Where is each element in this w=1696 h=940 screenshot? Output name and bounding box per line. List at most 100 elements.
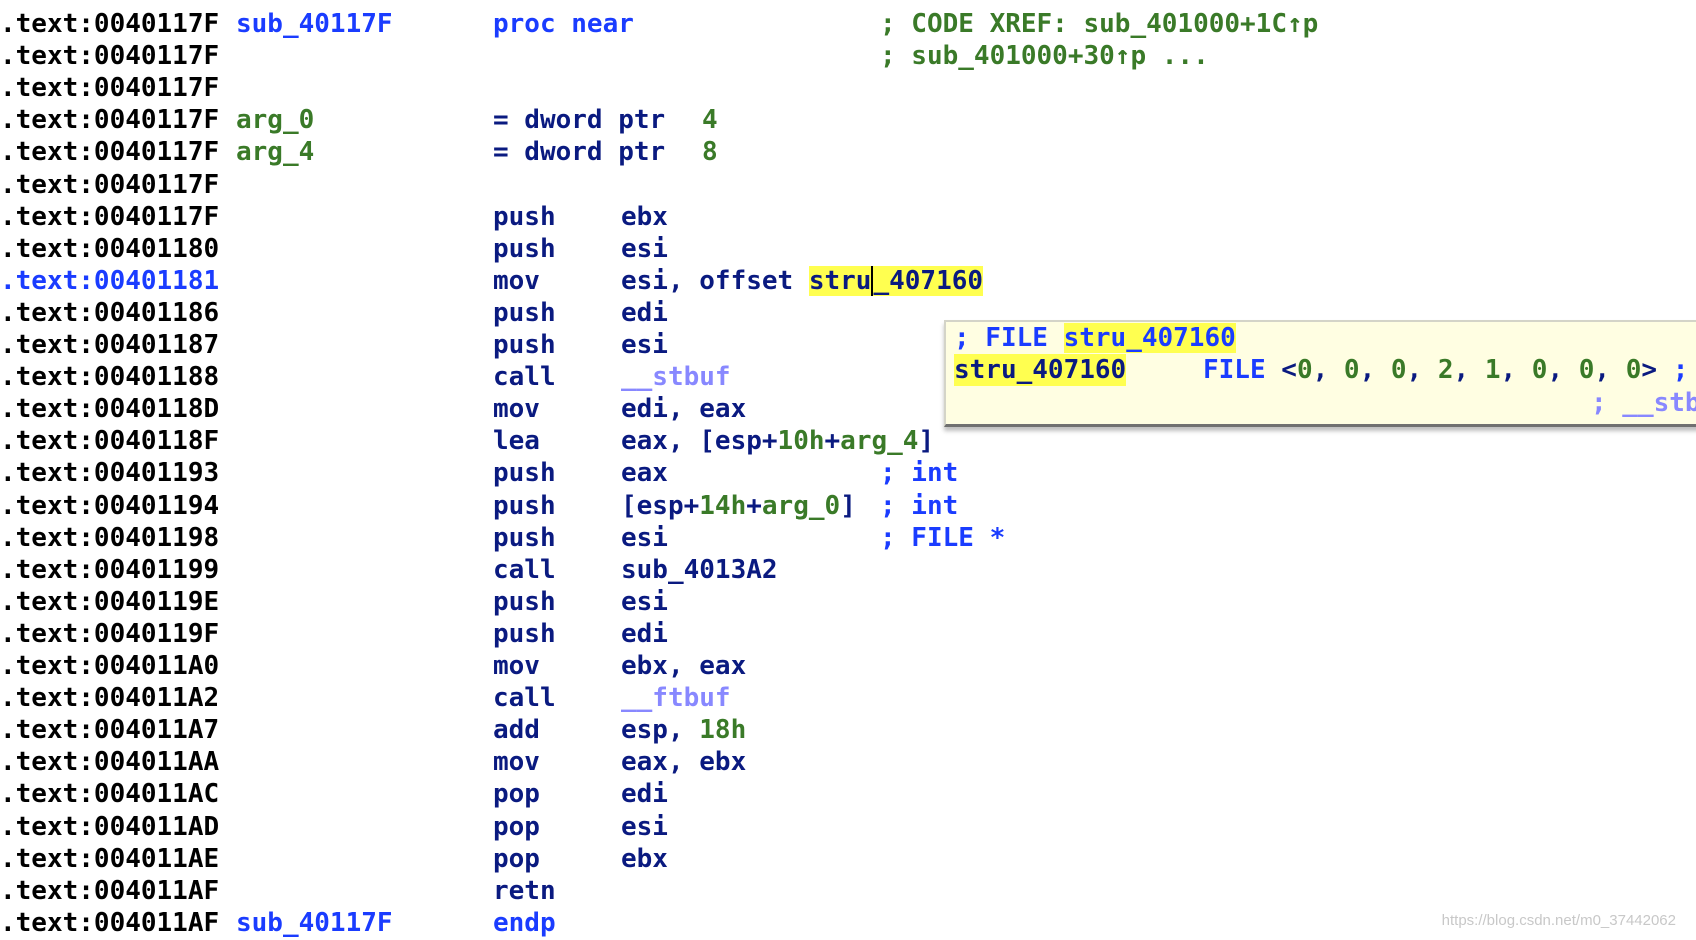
line-address: .text:004011AD xyxy=(0,811,220,842)
hint-symbol-label: stru_407160 xyxy=(954,354,1127,386)
operands[interactable]: esi xyxy=(621,811,668,843)
operand-part: eax, ebx xyxy=(621,747,747,778)
listing-line[interactable]: .text:0040117F push ebx xyxy=(0,201,1696,233)
operand-part: + xyxy=(824,426,841,457)
comment: ; FILE * xyxy=(880,522,1006,553)
hint-line: ; FILE stru_407160 xyxy=(946,322,1696,354)
operands[interactable]: edi, eax xyxy=(621,393,746,425)
hint-value-part: < xyxy=(1281,355,1297,385)
listing-line[interactable]: .text:00401199 call sub_4013A2 xyxy=(0,554,1696,586)
line-address: .text:0040118F xyxy=(0,426,220,457)
line-address: .text:004011A0 xyxy=(0,651,220,681)
operands[interactable]: eax, [esp+10h+arg_4] xyxy=(621,425,934,457)
operands[interactable]: esi xyxy=(621,233,668,265)
line-address: .text:0040119E xyxy=(0,586,220,617)
operand-part[interactable]: __ftbuf xyxy=(621,683,731,713)
comment: ; int xyxy=(880,490,959,521)
listing-line[interactable]: .text:004011AD pop esi xyxy=(0,811,1696,843)
listing-line[interactable]: .text:00401180 push esi xyxy=(0,233,1696,265)
listing-line[interactable]: .text:004011AE pop ebx xyxy=(0,843,1696,875)
line-address: .text:0040117F xyxy=(0,105,220,136)
operand-part[interactable]: __stbuf xyxy=(621,362,731,392)
operand-part: arg_4 xyxy=(840,426,919,457)
listing-line[interactable]: .text:0040117F xyxy=(0,72,1696,104)
mnemonic: = dword ptr xyxy=(493,137,666,168)
operand-part: 18h xyxy=(699,715,747,746)
listing-line[interactable]: .text:0040117F ; sub_401000+30↑p ... xyxy=(0,40,1696,72)
mnemonic: mov xyxy=(493,394,540,425)
hint-value-part: 0 xyxy=(1531,355,1548,385)
operands[interactable]: __stbuf xyxy=(621,361,731,393)
hint-value-part: 0 xyxy=(1296,355,1313,385)
operands[interactable]: edi xyxy=(621,778,668,810)
operands[interactable]: eax xyxy=(621,457,668,489)
hint-value-part: 0 xyxy=(1390,355,1407,385)
hint-line: stru_407160 FILE <0, 0, 0, 2, 1, 0, 0, 0>… xyxy=(946,354,1696,386)
listing-line[interactable]: .text:00401194 push [esp+14h+arg_0] ; int xyxy=(0,490,1696,522)
line-address: .text:00401188 xyxy=(0,362,220,393)
line-address: .text:0040117F xyxy=(0,201,220,232)
operands[interactable]: [esp+14h+arg_0] xyxy=(621,490,856,522)
highlighted-symbol[interactable]: _407160 xyxy=(871,265,984,296)
operand-part: edi, eax xyxy=(621,394,747,425)
operand-part: ebx xyxy=(621,843,668,874)
operand-part: 14h xyxy=(699,490,747,521)
listing-line[interactable]: .text:00401181 mov esi, offset stru_407160 xyxy=(0,265,1696,297)
hint-line: ; __stb xyxy=(946,387,1696,419)
operands[interactable]: esi xyxy=(621,329,668,361)
listing-line[interactable]: .text:00401198 push esi ; FILE * xyxy=(0,522,1696,554)
line-address: .text:0040118D xyxy=(0,394,220,425)
operands[interactable]: __ftbuf xyxy=(621,682,731,714)
listing-line[interactable]: .text:0040117F arg_0 = dword ptr 4 xyxy=(0,104,1696,136)
operand-part: esi xyxy=(621,522,668,553)
hint-value-part: , xyxy=(1359,355,1391,385)
operand-part: 10h xyxy=(777,426,825,457)
listing-line[interactable]: .text:0040117F xyxy=(0,169,1696,201)
operand-part: esi, offset xyxy=(621,265,809,296)
operands[interactable]: esi xyxy=(621,522,668,554)
operands[interactable]: edi xyxy=(621,297,668,329)
hint-value-part: , xyxy=(1500,355,1532,385)
operands[interactable]: eax, ebx xyxy=(621,746,746,778)
listing-line[interactable]: .text:004011AF retn xyxy=(0,875,1696,907)
line-address: .text:00401180 xyxy=(0,233,220,264)
line-address: .text:004011AF xyxy=(0,907,220,938)
operands[interactable]: ebx xyxy=(621,201,668,233)
listing-line[interactable]: .text:0040119F push edi xyxy=(0,618,1696,650)
listing-line[interactable]: .text:00401193 push eax ; int xyxy=(0,457,1696,489)
mnemonic: call xyxy=(493,683,556,714)
operand-part: esi xyxy=(621,586,668,617)
mnemonic: push xyxy=(493,458,556,489)
symbol-name: sub_40117F xyxy=(236,907,393,938)
operand-part[interactable]: sub_4013A2 xyxy=(621,555,778,585)
hint-value-part: , xyxy=(1312,355,1344,385)
operands[interactable]: sub_4013A2 xyxy=(621,554,778,586)
line-address: .text:004011AC xyxy=(0,779,220,810)
listing-line[interactable]: .text:004011A0 mov ebx, eax xyxy=(0,650,1696,682)
listing-line[interactable]: .text:0040117F arg_4 = dword ptr 8 xyxy=(0,136,1696,168)
listing-line[interactable]: .text:004011A2 call __ftbuf xyxy=(0,682,1696,714)
listing-line[interactable]: .text:0040118F lea eax, [esp+10h+arg_4] xyxy=(0,425,1696,457)
mnemonic: = dword ptr xyxy=(493,105,666,136)
listing-line[interactable]: .text:004011A7 add esp, 18h xyxy=(0,714,1696,746)
line-address: .text:00401199 xyxy=(0,554,220,585)
operand-part: esi xyxy=(621,330,668,360)
operands[interactable]: esp, 18h xyxy=(621,714,746,746)
listing-line[interactable]: .text:004011AA mov eax, ebx xyxy=(0,746,1696,778)
highlighted-symbol[interactable]: stru xyxy=(808,265,872,296)
operand-part: ebx xyxy=(621,201,668,232)
operands[interactable]: esi xyxy=(621,586,668,618)
listing-line[interactable]: .text:0040119E push esi xyxy=(0,586,1696,618)
listing-line[interactable]: .text:004011AC pop edi xyxy=(0,778,1696,810)
line-address: .text:004011AE xyxy=(0,843,220,874)
operands[interactable]: esi, offset stru_407160 xyxy=(621,265,984,297)
hint-value-part: , xyxy=(1594,355,1626,385)
line-address: .text:004011AA xyxy=(0,747,220,778)
operands[interactable]: ebx, eax xyxy=(621,650,746,682)
listing-line[interactable]: .text:0040117F sub_40117F proc near ; CODE … xyxy=(0,8,1696,40)
operands[interactable]: edi xyxy=(621,618,668,650)
hint-value-part: 2 xyxy=(1437,355,1454,385)
line-address: .text:0040117F xyxy=(0,73,220,104)
line-address: .text:0040117F xyxy=(0,137,220,168)
operands[interactable]: ebx xyxy=(621,843,668,875)
